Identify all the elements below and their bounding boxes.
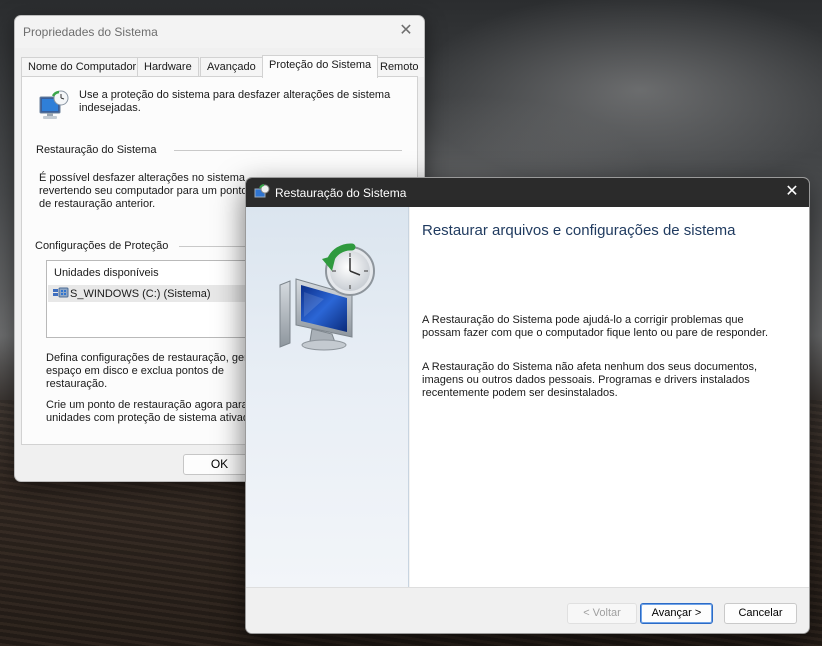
tab-advanced[interactable]: Avançado: [200, 57, 263, 77]
restore-description: É possível desfazer alterações no sistem…: [39, 172, 248, 210]
restore-computer-clock-icon: [279, 243, 375, 351]
next-button[interactable]: Avançar >: [640, 603, 713, 624]
create-description: Crie um ponto de restauração agora para …: [46, 399, 257, 424]
list-item[interactable]: S_WINDOWS (C:) (Sistema): [48, 285, 266, 302]
protection-section-title: Configurações de Proteção: [35, 240, 169, 252]
tab-hardware[interactable]: Hardware: [137, 57, 199, 77]
wizard-footer: < Voltar Avançar > Cancelar: [246, 587, 809, 633]
drive-label: S_WINDOWS (C:) (Sistema): [70, 288, 211, 300]
restore-section-title: Restauração do Sistema: [36, 144, 157, 156]
wizard-paragraph-1: A Restauração do Sistema pode ajudá-lo a…: [422, 314, 769, 339]
windows-drive-icon: [53, 287, 69, 298]
close-icon[interactable]: ✕: [783, 183, 801, 201]
section-divider: [174, 150, 402, 151]
wizard-paragraph-2: A Restauração do Sistema não afeta nenhu…: [422, 361, 758, 399]
tab-computer-name[interactable]: Nome do Computador: [21, 57, 144, 77]
cancel-button[interactable]: Cancelar: [724, 603, 797, 624]
title-bar: Propriedades do Sistema ✕: [15, 16, 424, 48]
back-button[interactable]: < Voltar: [567, 603, 637, 624]
title-bar: Restauração do Sistema ✕: [246, 178, 809, 207]
wizard-heading: Restaurar arquivos e configurações de si…: [422, 222, 736, 239]
drives-list-header: Unidades disponíveis: [54, 267, 159, 279]
wizard-body: Restaurar arquivos e configurações de si…: [246, 207, 809, 587]
intro-text: Use a proteção do sistema para desfazer …: [79, 89, 391, 114]
window-title: Restauração do Sistema: [275, 186, 407, 200]
wizard-side-panel: [246, 207, 409, 587]
close-icon[interactable]: ✕: [398, 23, 414, 39]
tab-system-protection[interactable]: Proteção do Sistema: [262, 55, 379, 78]
system-restore-icon: [254, 184, 270, 198]
system-protection-icon: [39, 90, 69, 119]
tab-remote[interactable]: Remoto: [373, 57, 424, 77]
window-title: Propriedades do Sistema: [23, 25, 158, 39]
system-restore-window: Restauração do Sistema ✕ Restaurar arqui…: [245, 177, 810, 634]
wizard-content: Restaurar arquivos e configurações de si…: [410, 207, 809, 587]
configure-description: Defina configurações de restauração, ger…: [46, 352, 254, 390]
drives-list[interactable]: Unidades disponíveis S_WINDOWS (C:) (Sis…: [46, 260, 266, 338]
